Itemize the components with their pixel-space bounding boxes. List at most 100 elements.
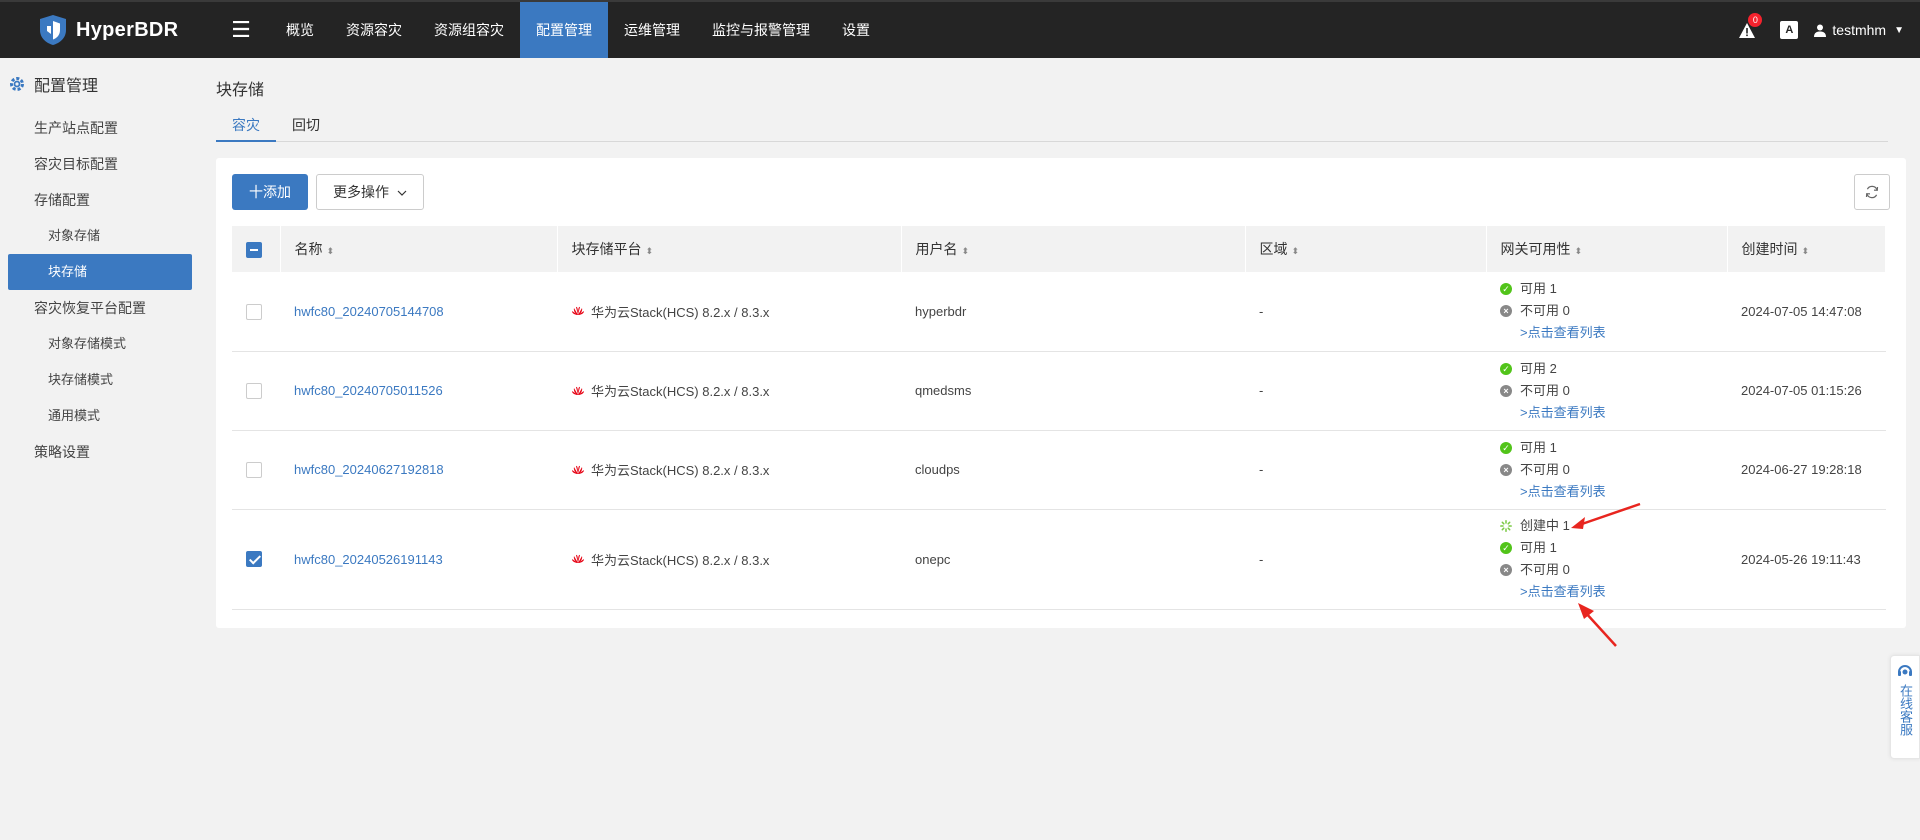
row-username-cell: onepc <box>901 509 1245 610</box>
select-all-checkbox[interactable] <box>246 241 262 258</box>
more-actions-label: 更多操作 <box>333 184 390 200</box>
row-checkbox[interactable] <box>246 551 262 568</box>
row-username-cell: cloudps <box>901 430 1245 510</box>
col-platform[interactable]: 块存储平台 ⬍ <box>557 226 902 272</box>
sort-icon: ⬍ <box>961 246 970 256</box>
row-created-cell: 2024-06-27 19:28:18 <box>1727 430 1886 510</box>
gateway-unavailable: × 不可用 0 <box>1500 559 1727 581</box>
sidebar-item-block-storage[interactable]: 块存储 <box>8 254 192 290</box>
col-name[interactable]: 名称 ⬍ <box>280 226 558 272</box>
view-list-link[interactable]: >点击查看列表 <box>1500 481 1727 503</box>
row-region-cell: - <box>1245 509 1486 610</box>
row-checkbox[interactable] <box>246 461 262 478</box>
sort-icon: ⬍ <box>326 246 335 256</box>
sidebar-item-object-storage[interactable]: 对象存储 <box>0 218 200 254</box>
gateway-unavailable: × 不可用 0 <box>1500 300 1727 322</box>
table-row[interactable]: hwfc80_20240705011526 华为云Stack(HCS) 8.2.x… <box>232 351 1886 431</box>
gateway-available-label: 可用 1 <box>1520 439 1557 455</box>
row-name-cell: hwfc80_20240627192818 <box>280 430 557 510</box>
add-button[interactable]: 十添加 <box>232 174 308 210</box>
gateway-creating: 创建中 1 <box>1500 515 1727 537</box>
select-all-cell <box>232 226 281 272</box>
col-gateway[interactable]: 网关可用性 ⬍ <box>1486 226 1728 272</box>
check-circle-icon: ✓ <box>1500 542 1512 554</box>
storage-name-link[interactable]: hwfc80_20240705011526 <box>294 383 443 398</box>
sidebar-item-object-storage-mode[interactable]: 对象存储模式 <box>0 326 200 362</box>
chevron-down-icon: ▼ <box>1894 24 1904 36</box>
online-service-widget[interactable]: 在线客服 <box>1890 655 1920 759</box>
table-row[interactable]: hwfc80_20240526191143 华为云Stack(HCS) 8.2.x… <box>232 509 1886 610</box>
sidebar-item-policy-settings[interactable]: 策略设置 <box>0 434 200 470</box>
nav-resource-group-dr[interactable]: 资源组容灾 <box>418 2 520 58</box>
row-platform-cell: 华为云Stack(HCS) 8.2.x / 8.3.x <box>557 351 901 431</box>
sort-icon: ⬍ <box>1291 246 1300 256</box>
alert-button[interactable]: 0 <box>1738 13 1763 41</box>
row-select-cell <box>232 509 280 610</box>
row-select-cell <box>232 430 280 510</box>
col-username[interactable]: 用户名 ⬍ <box>901 226 1246 272</box>
nav-config-management[interactable]: 配置管理 <box>520 2 608 58</box>
page-title: 块存储 <box>216 82 265 99</box>
tab-dr[interactable]: 容灾 <box>216 110 276 142</box>
storage-name-link[interactable]: hwfc80_20240526191143 <box>294 552 443 567</box>
row-platform-cell: 华为云Stack(HCS) 8.2.x / 8.3.x <box>557 430 901 510</box>
sidebar-item-block-storage-mode[interactable]: 块存储模式 <box>0 362 200 398</box>
nav-ops-management[interactable]: 运维管理 <box>608 2 696 58</box>
hamburger-menu-icon[interactable]: ☰ <box>212 17 270 43</box>
gateway-available: ✓ 可用 1 <box>1500 537 1727 559</box>
language-icon[interactable]: A <box>1780 21 1799 39</box>
row-checkbox[interactable] <box>246 382 262 399</box>
col-region[interactable]: 区域 ⬍ <box>1245 226 1487 272</box>
table-row[interactable]: hwfc80_20240705144708 华为云Stack(HCS) 8.2.x… <box>232 272 1886 352</box>
view-list-link[interactable]: >点击查看列表 <box>1500 402 1727 424</box>
close-circle-icon: × <box>1500 463 1512 476</box>
refresh-icon <box>1865 185 1879 199</box>
main-nav: 概览 资源容灾 资源组容灾 配置管理 运维管理 监控与报警管理 设置 <box>270 2 886 58</box>
gateway-available-label: 可用 1 <box>1520 540 1557 555</box>
view-list-link[interactable]: >点击查看列表 <box>1500 322 1727 344</box>
close-circle-icon: × <box>1500 305 1512 318</box>
col-platform-label: 块存储平台 <box>571 241 642 257</box>
nav-settings[interactable]: 设置 <box>826 2 886 58</box>
brand-name: HyperBDR <box>76 18 179 41</box>
storage-name-link[interactable]: hwfc80_20240627192818 <box>294 462 444 477</box>
col-created[interactable]: 创建时间 ⬍ <box>1727 226 1886 272</box>
nav-resource-dr[interactable]: 资源容灾 <box>330 2 418 58</box>
sort-icon: ⬍ <box>1574 246 1583 256</box>
sidebar-item-recovery-platform[interactable]: 容灾恢复平台配置 <box>0 290 200 326</box>
platform-label: 华为云Stack(HCS) 8.2.x / 8.3.x <box>591 304 770 320</box>
nav-monitoring-alerts[interactable]: 监控与报警管理 <box>696 2 826 58</box>
sidebar-item-dr-target[interactable]: 容灾目标配置 <box>0 146 200 182</box>
chevron-down-icon <box>397 190 407 196</box>
logo[interactable]: HyperBDR <box>0 2 200 58</box>
table-row[interactable]: hwfc80_20240627192818 华为云Stack(HCS) 8.2.x… <box>232 430 1886 510</box>
col-created-label: 创建时间 <box>1741 241 1798 257</box>
nav-overview[interactable]: 概览 <box>270 2 330 58</box>
row-platform-cell: 华为云Stack(HCS) 8.2.x / 8.3.x <box>557 272 901 352</box>
row-checkbox[interactable] <box>246 303 262 320</box>
check-circle-icon: ✓ <box>1500 283 1512 296</box>
tab-failback[interactable]: 回切 <box>276 110 336 142</box>
refresh-button[interactable] <box>1854 174 1890 210</box>
view-list-link[interactable]: >点击查看列表 <box>1500 581 1727 603</box>
gear-icon <box>10 77 24 91</box>
row-gateway-cell: ✓ 可用 1 × 不可用 0 >点击查看列表 <box>1486 430 1727 510</box>
loading-spinner-icon <box>1500 520 1512 532</box>
row-name-cell: hwfc80_20240526191143 <box>280 509 557 610</box>
gateway-available-label: 可用 1 <box>1520 281 1557 297</box>
row-name-cell: hwfc80_20240705011526 <box>280 351 557 431</box>
more-actions-button[interactable]: 更多操作 <box>316 174 424 210</box>
storage-name-link[interactable]: hwfc80_20240705144708 <box>294 304 444 319</box>
sidebar-item-storage-config[interactable]: 存储配置 <box>0 182 200 218</box>
user-menu[interactable]: testmhm ▼ <box>1814 22 1904 38</box>
shield-logo-icon <box>40 15 66 45</box>
close-circle-icon: × <box>1500 384 1512 397</box>
row-username-cell: qmedsms <box>901 351 1245 431</box>
huawei-logo-icon <box>572 465 584 474</box>
sort-icon: ⬍ <box>645 246 654 256</box>
row-gateway-cell: 创建中 1 ✓ 可用 1 × 不可用 0 >点击查看列表 <box>1486 509 1727 610</box>
row-platform-cell: 华为云Stack(HCS) 8.2.x / 8.3.x <box>557 509 901 610</box>
sidebar-item-production-site[interactable]: 生产站点配置 <box>0 110 200 146</box>
gateway-available: ✓ 可用 2 <box>1500 358 1727 380</box>
sidebar-item-general-mode[interactable]: 通用模式 <box>0 398 200 434</box>
